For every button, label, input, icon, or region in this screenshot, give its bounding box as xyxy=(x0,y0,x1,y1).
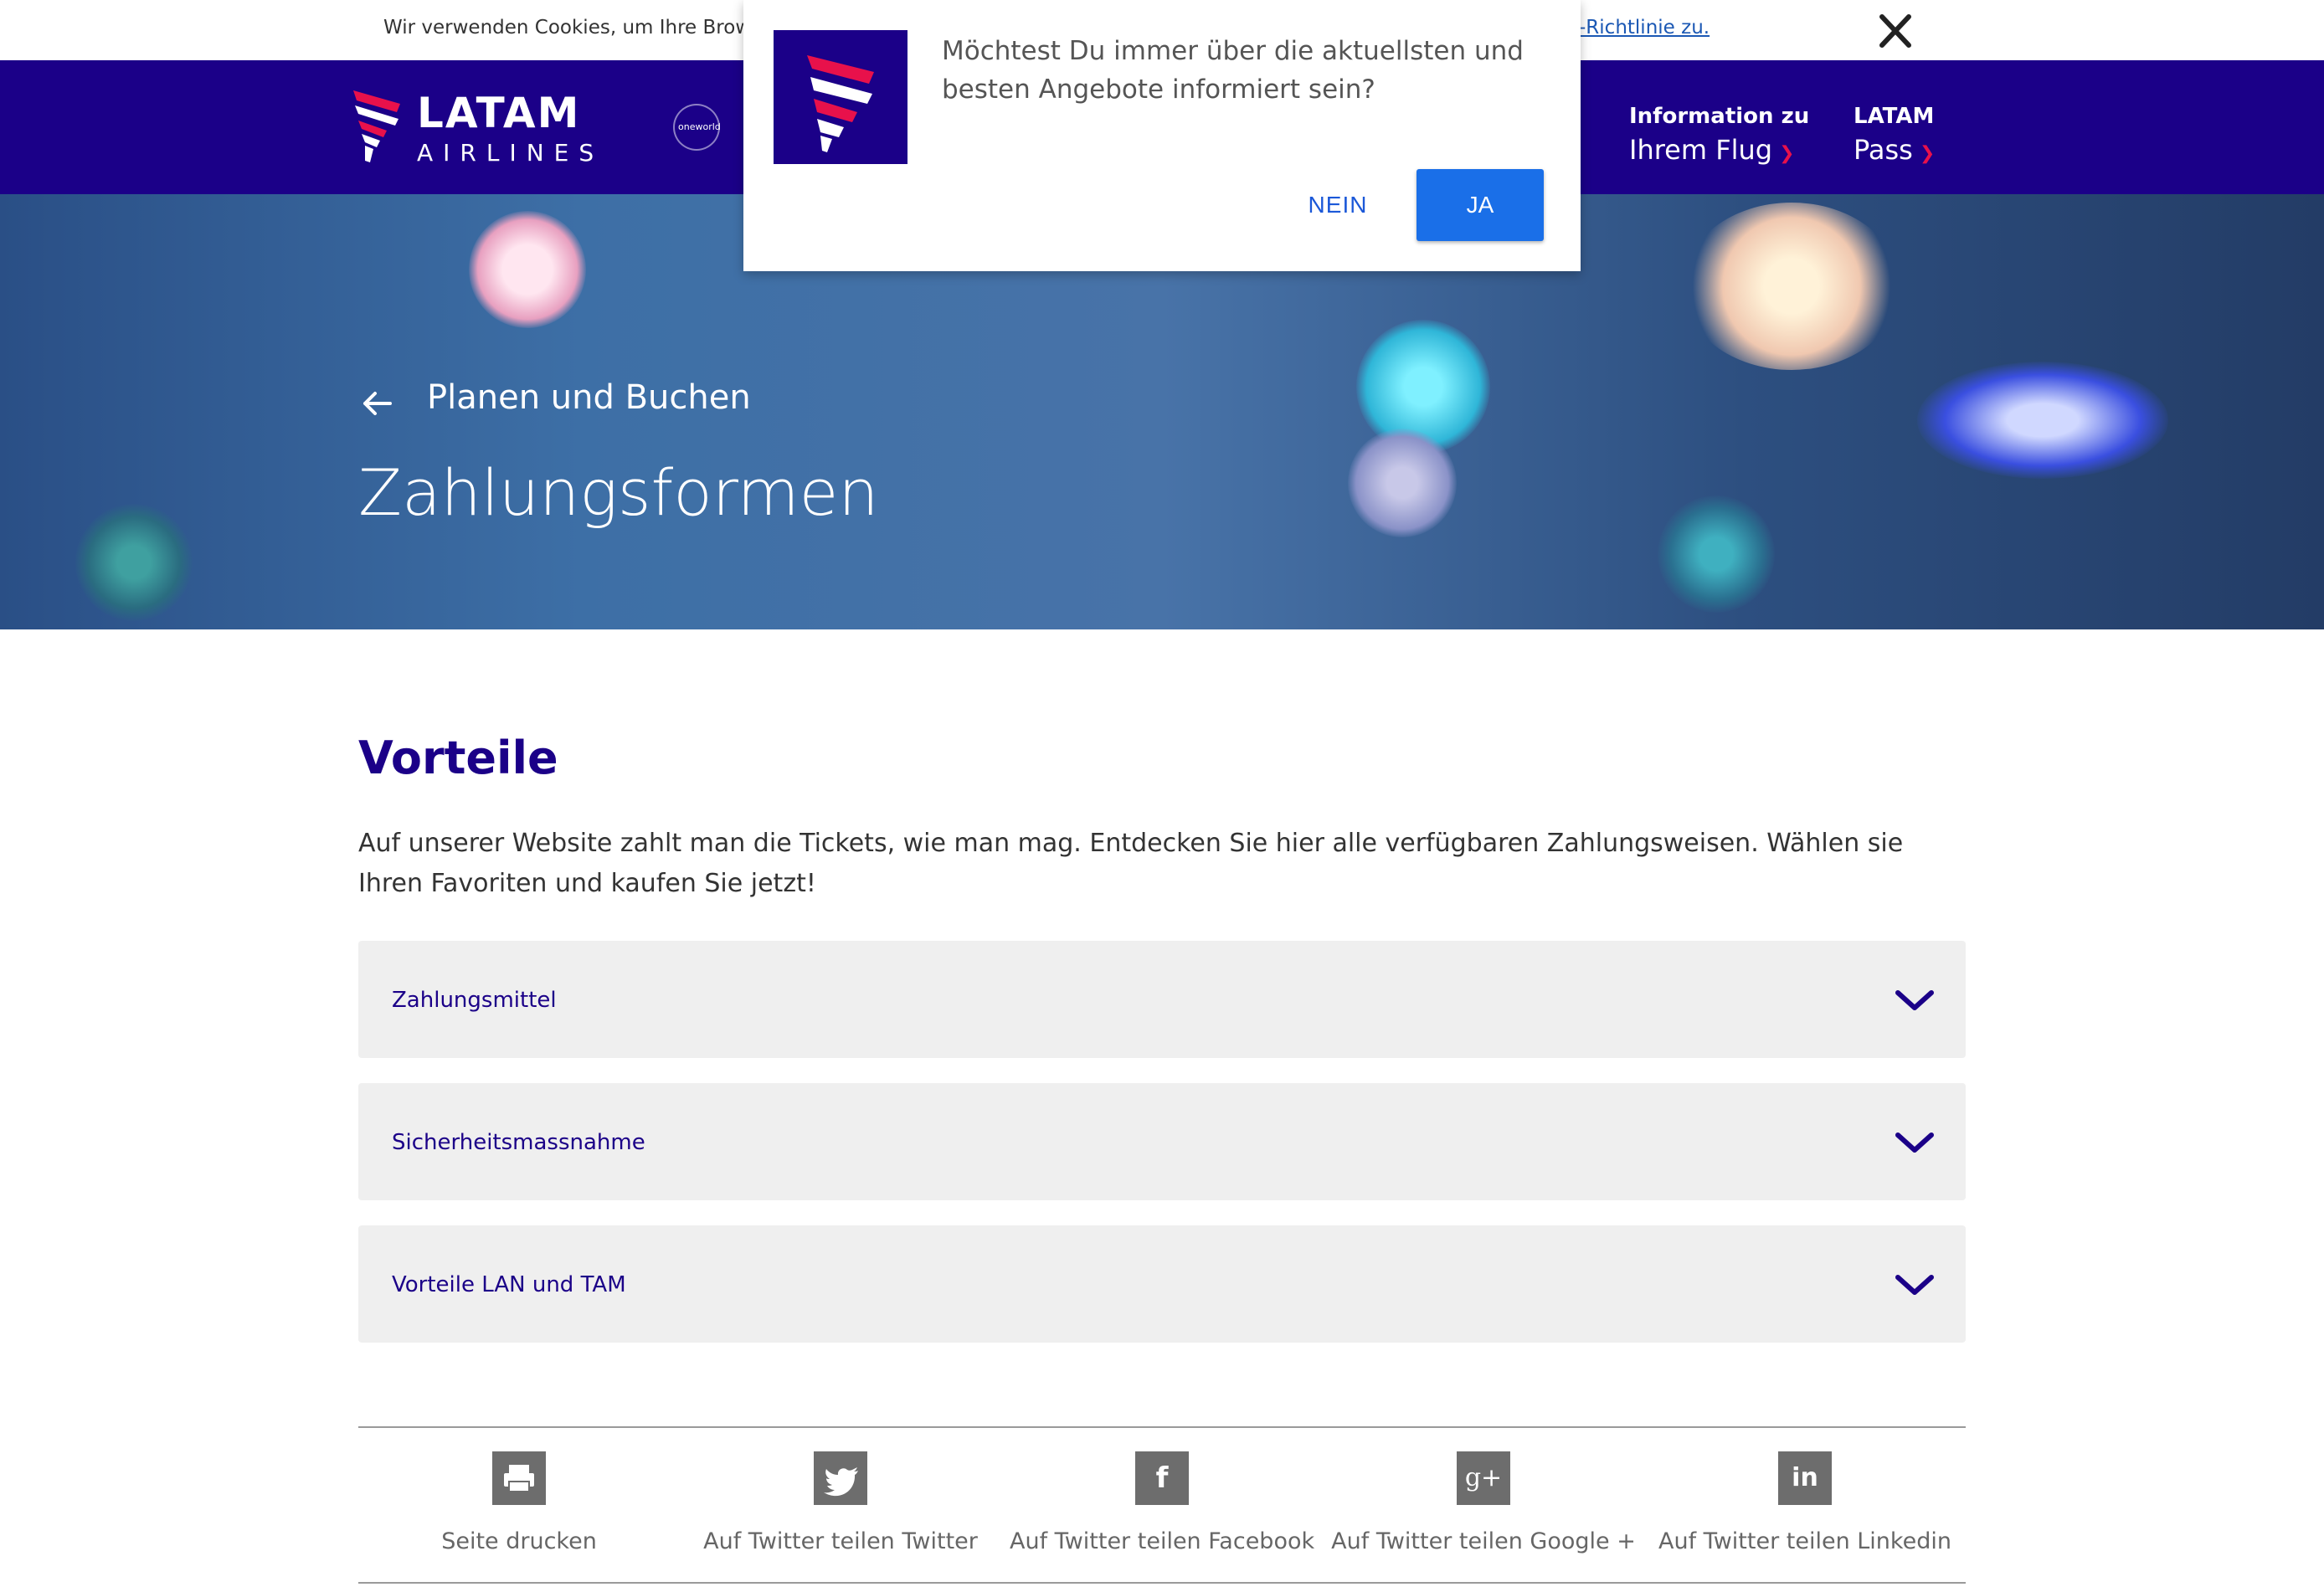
bokeh-light xyxy=(1683,203,1900,370)
nav-flight-info-line2: Ihrem Flug xyxy=(1629,134,1773,166)
accordion-lan-tam-benefits[interactable]: Vorteile LAN und TAM xyxy=(358,1225,1966,1343)
logo-subtitle: AIRLINES xyxy=(417,139,604,167)
page-title: Zahlungsformen xyxy=(358,455,879,530)
chevron-down-icon: ❯ xyxy=(1779,143,1795,164)
nav-latam-pass-line2: Pass xyxy=(1854,134,1913,166)
divider xyxy=(358,1426,1966,1428)
accept-button[interactable]: JA xyxy=(1417,169,1544,241)
accordion-label: Vorteile LAN und TAM xyxy=(392,1272,626,1297)
chevron-down-icon xyxy=(1895,1132,1934,1153)
bokeh-light xyxy=(469,211,586,328)
latam-logo xyxy=(774,30,907,164)
google-plus-icon[interactable]: g+ xyxy=(1457,1451,1510,1505)
modal-message: Möchtest Du immer über die aktuellsten u… xyxy=(942,36,1524,105)
oneworld-logo: oneworld xyxy=(673,104,721,151)
decline-button[interactable]: NEIN xyxy=(1279,169,1396,241)
nav-latam-pass[interactable]: LATAM Pass ❯ xyxy=(1854,104,1935,166)
back-arrow-icon[interactable] xyxy=(360,387,393,420)
logo-wordmark: LATAM xyxy=(417,89,581,137)
cookie-policy-link[interactable]: -Richtlinie zu. xyxy=(1579,17,1710,39)
chevron-down-icon xyxy=(1895,990,1934,1010)
chevron-down-icon: ❯ xyxy=(1919,143,1936,164)
breadcrumb-back-link[interactable]: Planen und Buchen xyxy=(427,378,751,417)
close-cookie-button[interactable] xyxy=(1872,10,1919,54)
linkedin-icon[interactable]: in xyxy=(1778,1451,1832,1505)
share-linkedin-label[interactable]: Auf Twitter teilen Linkedin xyxy=(1653,1528,1957,1554)
nav-flight-info[interactable]: Information zu Ihrem Flug ❯ xyxy=(1629,104,1809,166)
bokeh-light xyxy=(1917,362,2168,479)
bokeh-light xyxy=(1348,429,1457,537)
bokeh-light xyxy=(75,504,193,621)
nav-flight-info-line1: Information zu xyxy=(1629,104,1810,129)
divider xyxy=(358,1582,1966,1584)
bokeh-light xyxy=(1658,496,1775,613)
close-icon xyxy=(1879,14,1911,48)
accordion-payment-methods[interactable]: Zahlungsmittel xyxy=(358,941,1966,1058)
share-facebook-label[interactable]: Auf Twitter teilen Facebook xyxy=(1010,1528,1314,1554)
share-print-label[interactable]: Seite drucken xyxy=(367,1528,671,1554)
accordion-label: Zahlungsmittel xyxy=(392,988,557,1013)
accordion-label: Sicherheitsmassnahme xyxy=(392,1130,645,1155)
newsletter-modal: Möchtest Du immer über die aktuellsten u… xyxy=(743,0,1581,271)
latam-logo-icon xyxy=(807,55,874,152)
nav-latam-pass-line1: LATAM xyxy=(1854,104,1935,129)
cookie-text: Wir verwenden Cookies, um Ihre Browser- xyxy=(383,17,787,39)
share-twitter-label[interactable]: Auf Twitter teilen Twitter xyxy=(688,1528,993,1554)
oneworld-text: oneworld xyxy=(678,121,721,132)
accordion-security[interactable]: Sicherheitsmassnahme xyxy=(358,1083,1966,1200)
print-icon[interactable] xyxy=(492,1451,546,1505)
latam-logo-icon xyxy=(353,90,400,162)
chevron-down-icon xyxy=(1895,1275,1934,1295)
twitter-icon[interactable] xyxy=(814,1451,867,1505)
facebook-icon[interactable]: f xyxy=(1135,1451,1189,1505)
intro-text: Auf unserer Website zahlt man die Ticket… xyxy=(358,829,1904,898)
share-google-label[interactable]: Auf Twitter teilen Google + xyxy=(1331,1528,1636,1554)
section-title: Vorteile xyxy=(358,732,558,784)
